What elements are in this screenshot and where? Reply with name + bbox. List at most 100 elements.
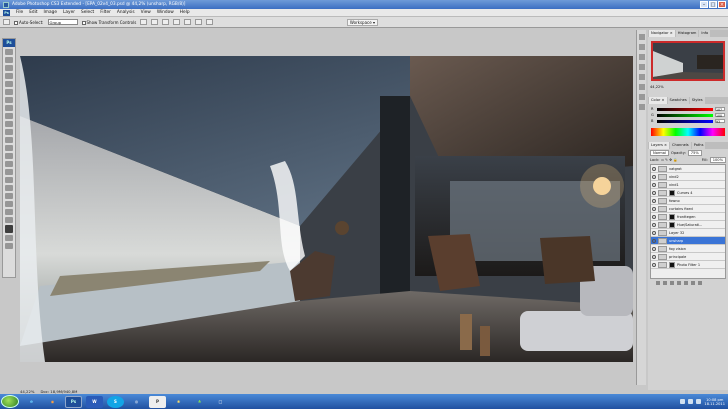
workspace-button[interactable]: Workspace ▾ [346, 18, 378, 26]
align-top-icon[interactable] [140, 19, 148, 25]
delete-layer-icon[interactable] [698, 281, 702, 285]
tray-volume-icon[interactable] [688, 399, 694, 404]
blend-mode-dropdown[interactable]: Normal [650, 149, 670, 156]
hand-tool-icon[interactable] [5, 209, 13, 215]
visibility-eye-icon[interactable] [652, 222, 656, 227]
visibility-eye-icon[interactable] [652, 198, 656, 203]
layer-row[interactable]: vind2 [651, 173, 725, 181]
channel-value[interactable]: 107 [715, 107, 725, 112]
visibility-eye-icon[interactable] [652, 182, 656, 187]
menu-file[interactable]: File [16, 10, 23, 15]
menu-analysis[interactable]: Analysis [117, 10, 135, 15]
visibility-eye-icon[interactable] [652, 214, 656, 219]
layer-mask-thumbnail[interactable] [669, 189, 675, 196]
screen-mode-icon[interactable] [5, 243, 13, 249]
layer-row[interactable]: vind1 [651, 181, 725, 189]
visibility-eye-icon[interactable] [652, 246, 656, 251]
dodge-tool-icon[interactable] [5, 153, 13, 159]
clone-tool-icon[interactable] [5, 113, 13, 119]
channel-value[interactable]: 93 [715, 119, 725, 124]
tab-color[interactable]: Color × [649, 97, 667, 104]
brush-tool-icon[interactable] [5, 105, 13, 111]
lock-icons[interactable]: ▫ ✎ ✥ 🔒 [661, 158, 677, 162]
opacity-field[interactable]: 75% [687, 149, 702, 156]
type-tool-icon[interactable] [5, 169, 13, 175]
channel-slider[interactable] [657, 113, 713, 117]
taskbar-ie[interactable]: e [23, 396, 40, 408]
pen-tool-icon[interactable] [5, 161, 13, 167]
taskbar-app-window[interactable]: □ [212, 396, 229, 408]
marquee-tool-icon[interactable] [5, 57, 13, 63]
channel-slider[interactable] [657, 119, 713, 123]
actions-panel-icon[interactable] [638, 44, 645, 50]
visibility-eye-icon[interactable] [652, 190, 656, 195]
quick-select-tool-icon[interactable] [5, 73, 13, 79]
menu-image[interactable]: Image [44, 10, 57, 15]
clone-source-icon[interactable] [638, 74, 645, 80]
align-left-icon[interactable] [173, 19, 181, 25]
new-group-icon[interactable] [684, 281, 688, 285]
visibility-eye-icon[interactable] [652, 262, 656, 267]
layer-row[interactable]: curtains fixed [651, 205, 725, 213]
tab-paths[interactable]: Paths [691, 142, 706, 149]
move-tool-preset-icon[interactable] [3, 19, 10, 25]
distribute-icon[interactable] [206, 19, 214, 25]
align-middle-icon[interactable] [151, 19, 159, 25]
taskbar-app-p[interactable]: P [149, 395, 166, 408]
visibility-eye-icon[interactable] [652, 238, 656, 243]
quick-mask-icon[interactable] [5, 235, 13, 241]
character-panel-icon[interactable] [638, 84, 645, 90]
visibility-eye-icon[interactable] [652, 166, 656, 171]
layer-style-icon[interactable] [663, 281, 667, 285]
align-right-icon[interactable] [195, 19, 203, 25]
auto-select-checkbox-group[interactable]: Auto-Select: [14, 20, 44, 25]
layer-row[interactable]: principale [651, 253, 725, 261]
visibility-eye-icon[interactable] [652, 254, 656, 259]
color-spectrum[interactable] [651, 128, 725, 136]
zoom-level[interactable]: 44,22% [20, 389, 34, 394]
tab-histogram[interactable]: Histogram [675, 30, 699, 37]
shape-tool-icon[interactable] [5, 185, 13, 191]
info-panel-icon[interactable] [638, 104, 645, 110]
notes-tool-icon[interactable] [5, 193, 13, 199]
layer-row[interactable]: Photo Filter 1 [651, 261, 725, 269]
maximize-button[interactable]: □ [709, 1, 717, 8]
color-row-b[interactable]: B 93 [651, 118, 725, 124]
tab-styles[interactable]: Styles [689, 97, 705, 104]
start-button[interactable] [1, 395, 19, 408]
layer-row[interactable]: fog vision [651, 245, 725, 253]
gradient-tool-icon[interactable] [5, 137, 13, 143]
layer-row[interactable]: vatgrot [651, 165, 725, 173]
lasso-tool-icon[interactable] [5, 65, 13, 71]
zoom-tool-icon[interactable] [5, 217, 13, 223]
link-layers-icon[interactable] [656, 281, 660, 285]
layer-mask-thumbnail[interactable] [669, 213, 675, 220]
tray-flag-icon[interactable] [696, 399, 702, 404]
layer-row[interactable]: Hue/Saturati... [651, 221, 725, 229]
taskbar-word[interactable]: W [86, 395, 103, 408]
taskbar-app-circle[interactable]: ◎ [128, 396, 145, 408]
minimize-button[interactable]: – [700, 1, 708, 8]
tab-info[interactable]: Info [699, 30, 711, 37]
crop-tool-icon[interactable] [5, 81, 13, 87]
navigator-zoom[interactable]: 44,22% [648, 85, 728, 91]
menu-edit[interactable]: Edit [29, 10, 37, 15]
channel-slider[interactable] [657, 107, 713, 111]
paragraph-panel-icon[interactable] [638, 94, 645, 100]
align-center-icon[interactable] [184, 19, 192, 25]
tray-network-icon[interactable] [680, 399, 686, 404]
blur-tool-icon[interactable] [5, 145, 13, 151]
document-canvas[interactable] [20, 56, 633, 362]
fill-field[interactable]: 100% [709, 156, 726, 163]
tab-channels[interactable]: Channels [670, 142, 691, 149]
brushes-panel-icon[interactable] [638, 54, 645, 60]
tool-presets-icon[interactable] [638, 64, 645, 70]
path-select-tool-icon[interactable] [5, 177, 13, 183]
taskbar-photoshop[interactable]: Ps [65, 395, 82, 408]
taskbar-app-flower[interactable]: ❀ [170, 396, 187, 408]
layer-row[interactable]: Layer 32 [651, 229, 725, 237]
clock[interactable]: 10:08 pm 18.11.2011 [704, 398, 725, 406]
align-bottom-icon[interactable] [162, 19, 170, 25]
menu-view[interactable]: View [141, 10, 151, 15]
taskbar-skype[interactable]: S [107, 395, 124, 408]
